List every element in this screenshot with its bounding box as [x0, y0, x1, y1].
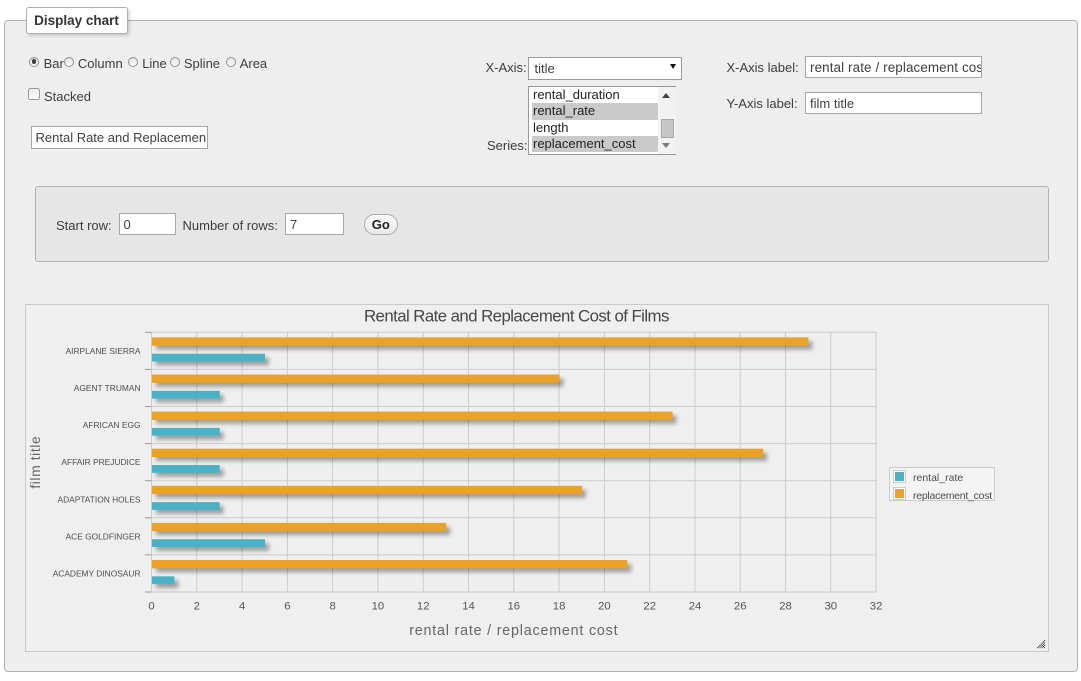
svg-text:22: 22 [643, 601, 656, 613]
svg-text:14: 14 [462, 601, 475, 613]
svg-text:4: 4 [238, 601, 244, 613]
svg-text:18: 18 [552, 601, 565, 613]
svg-text:28: 28 [779, 601, 792, 613]
svg-text:20: 20 [598, 601, 611, 613]
svg-text:ACE GOLDFINGER: ACE GOLDFINGER [65, 531, 140, 541]
svg-text:16: 16 [507, 601, 520, 613]
svg-text:6: 6 [284, 601, 290, 613]
svg-text:32: 32 [869, 601, 882, 613]
svg-text:24: 24 [688, 601, 701, 613]
svg-text:AIRPLANE SIERRA: AIRPLANE SIERRA [65, 346, 140, 356]
svg-text:AFRICAN EGG: AFRICAN EGG [82, 420, 140, 430]
svg-text:rental rate / replacement cost: rental rate / replacement cost [409, 623, 618, 639]
svg-text:12: 12 [416, 601, 429, 613]
svg-text:Rental Rate and Replacement Co: Rental Rate and Replacement Cost of Film… [363, 307, 668, 326]
svg-text:film title: film title [27, 436, 43, 489]
svg-text:AGENT TRUMAN: AGENT TRUMAN [73, 383, 140, 393]
svg-text:0: 0 [148, 601, 154, 613]
svg-text:ADAPTATION HOLES: ADAPTATION HOLES [57, 494, 140, 504]
svg-text:ACADEMY DINOSAUR: ACADEMY DINOSAUR [52, 569, 140, 579]
svg-text:AFFAIR PREJUDICE: AFFAIR PREJUDICE [61, 457, 141, 467]
svg-text:26: 26 [733, 601, 746, 613]
svg-text:30: 30 [824, 601, 837, 613]
svg-text:8: 8 [329, 601, 335, 613]
svg-text:2: 2 [193, 601, 199, 613]
svg-text:10: 10 [371, 601, 384, 613]
